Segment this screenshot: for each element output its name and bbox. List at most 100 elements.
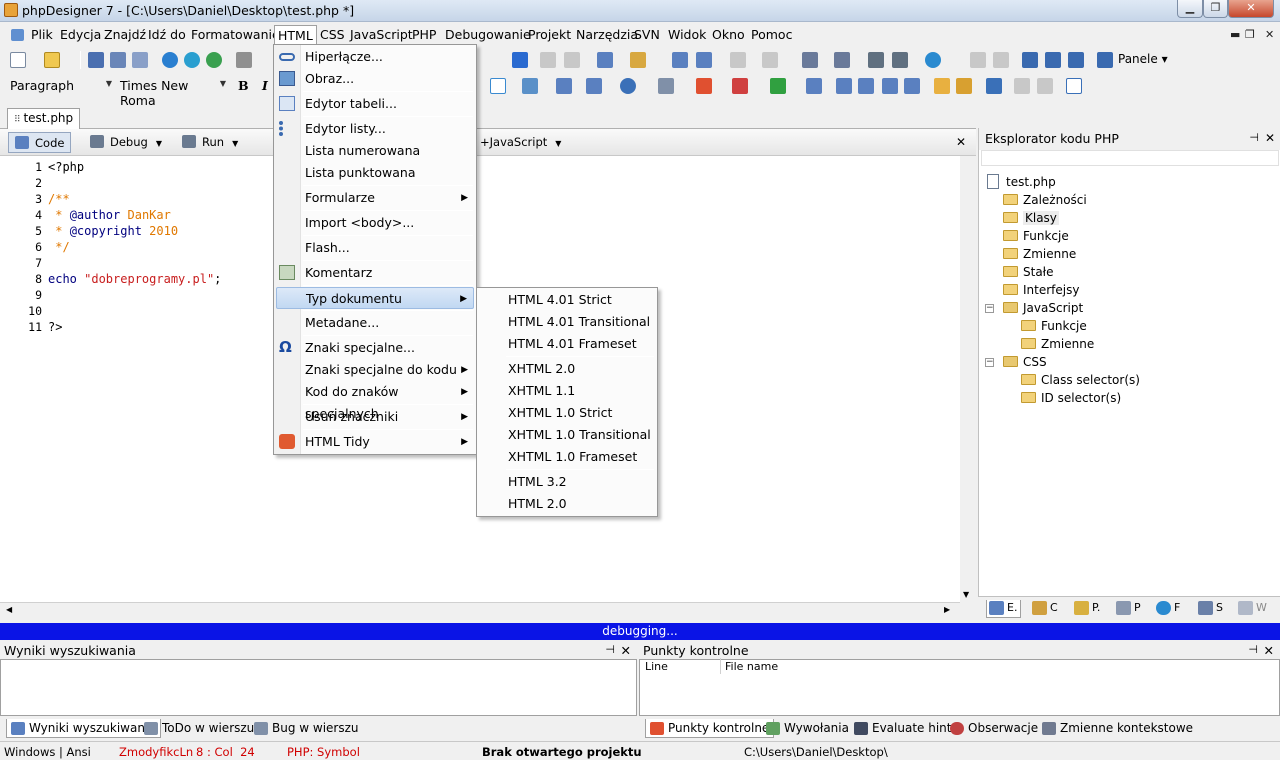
next-icon[interactable] — [762, 52, 778, 68]
indent-left-icon[interactable] — [858, 78, 874, 94]
doctype-html20[interactable]: HTML 2.0 — [479, 493, 655, 515]
doctype-xhtml11[interactable]: XHTML 1.1 — [479, 380, 655, 402]
menu-item-kod-do-znakow[interactable]: Kod do znaków specjalnych ▶ — [276, 381, 474, 421]
menu-item-hiperlacze[interactable]: Hiperłącze... — [276, 46, 474, 68]
doctype-html401-frameset[interactable]: HTML 4.01 Frameset — [479, 333, 655, 355]
menu-item-lista-punktowana[interactable]: Lista punktowana — [276, 162, 474, 184]
pin-icon[interactable]: ⊣ — [1249, 131, 1259, 144]
tree-item-id-selector[interactable]: ID selector(s) — [1021, 389, 1121, 407]
disabled-icon[interactable] — [1014, 78, 1030, 94]
back-icon[interactable] — [730, 52, 746, 68]
open-file-icon[interactable] — [44, 52, 60, 68]
checkbox-icon[interactable] — [1066, 78, 1082, 94]
tree-item-stale[interactable]: Stałe — [1003, 263, 1053, 281]
doctype-xhtml20[interactable]: XHTML 2.0 — [479, 358, 655, 380]
forward-icon[interactable] — [512, 52, 528, 68]
tab-s[interactable]: S — [1196, 600, 1226, 618]
tree-item-js-zmienne[interactable]: Zmienne — [1021, 335, 1094, 353]
close-panel-icon[interactable]: ✕ — [1265, 131, 1275, 145]
doctype-xhtml10-strict[interactable]: XHTML 1.0 Strict — [479, 402, 655, 424]
preview-icon[interactable] — [184, 52, 200, 68]
split-v-icon[interactable] — [1045, 52, 1061, 68]
tab-explorer[interactable]: E. — [986, 600, 1022, 618]
editor-hscroll[interactable]: ◀ ▶ — [0, 602, 960, 618]
menu-item-import-body[interactable]: Import <body>... — [276, 212, 474, 234]
tree-item-zmienne[interactable]: Zmienne — [1003, 245, 1076, 263]
menu-item-edytor-listy[interactable]: Edytor listy... — [276, 118, 474, 140]
menu-javascript[interactable]: JavaScript — [350, 27, 413, 42]
explorer-filter-input[interactable] — [981, 150, 1279, 166]
menu-item-komentarz[interactable]: Komentarz — [276, 262, 474, 284]
tab-obserwacje[interactable]: Obserwacje — [946, 719, 1042, 738]
menu-widok[interactable]: Widok — [668, 27, 706, 42]
col-line-header[interactable]: Line — [645, 660, 668, 673]
menu-item-flash[interactable]: Flash... — [276, 237, 474, 259]
close-editor-icon[interactable]: ✕ — [956, 135, 966, 149]
tree-item-js-funkcje[interactable]: Funkcje — [1021, 317, 1087, 335]
find-icon[interactable] — [597, 52, 613, 68]
tab-p[interactable]: P. — [1072, 600, 1103, 618]
outdent-icon[interactable] — [564, 52, 580, 68]
breakpoints-list[interactable]: Line File name — [639, 658, 1280, 716]
tab-zmienne[interactable]: Zmienne kontekstowe — [1038, 719, 1197, 738]
debug-button[interactable]: Debug ▼ — [84, 132, 168, 153]
search-results-list[interactable] — [0, 659, 637, 716]
close-panel-icon[interactable]: ✕ — [1264, 643, 1274, 658]
tree-item-class-selector[interactable]: Class selector(s) — [1021, 371, 1140, 389]
spell-icon[interactable] — [956, 78, 972, 94]
menu-item-obraz[interactable]: Obraz... — [276, 68, 474, 90]
menu-idz-do[interactable]: Idź do — [148, 27, 186, 42]
tool-icon[interactable] — [868, 52, 884, 68]
italic-button[interactable]: I — [258, 76, 272, 96]
tree-item-zaleznosci[interactable]: Zależności — [1003, 191, 1087, 209]
menu-debugowanie[interactable]: Debugowanie — [445, 27, 531, 42]
mdi-restore-icon[interactable]: ❐ — [1245, 28, 1255, 41]
doc-menu-icon[interactable] — [11, 29, 24, 41]
mdi-close-icon[interactable]: ✕ — [1265, 28, 1274, 41]
tab-p2[interactable]: P — [1114, 600, 1144, 618]
tree-item-funkcje[interactable]: Funkcje — [1003, 227, 1069, 245]
doctype-xhtml10-transitional[interactable]: XHTML 1.0 Transitional — [479, 424, 655, 446]
menu-item-metadane[interactable]: Metadane... — [276, 312, 474, 334]
save-all-icon[interactable] — [110, 52, 126, 68]
menu-item-html-tidy[interactable]: HTML Tidy ▶ — [276, 431, 474, 453]
close-panel-icon[interactable]: ✕ — [621, 643, 631, 658]
panels-icon[interactable] — [1097, 52, 1113, 68]
menu-item-usun-znaczniki[interactable]: Usuń znaczniki ▶ — [276, 406, 474, 428]
minimize-button[interactable]: ▁ — [1177, 0, 1203, 18]
layout2-icon[interactable] — [993, 52, 1009, 68]
hand-icon[interactable] — [934, 78, 950, 94]
menu-item-formularze[interactable]: Formularze ▶ — [276, 187, 474, 209]
editor-vscroll[interactable]: ▼ — [960, 156, 976, 602]
tab-bug[interactable]: Bug w wierszu — [250, 719, 363, 738]
layout1-icon[interactable] — [970, 52, 986, 68]
run-button[interactable]: Run ▼ — [176, 132, 244, 153]
menu-css[interactable]: CSS — [320, 27, 345, 42]
scroll-down-icon[interactable]: ▼ — [963, 590, 969, 599]
menu-html[interactable]: HTML — [274, 25, 317, 46]
close-button[interactable]: ✕ — [1228, 0, 1274, 18]
save-as-icon[interactable] — [132, 52, 148, 68]
cascade-icon[interactable] — [1068, 52, 1084, 68]
tree-item-css[interactable]: CSS — [1003, 353, 1047, 371]
tab-test-php[interactable]: ⠿ test.php — [7, 108, 81, 129]
font-select[interactable]: Times New Roma ▼ — [116, 76, 228, 108]
comment-icon[interactable] — [882, 78, 898, 94]
tab-todo[interactable]: ToDo w wierszu — [140, 719, 258, 738]
tab-f[interactable]: F — [1154, 600, 1183, 618]
menu-projekt[interactable]: Projekt — [528, 27, 571, 42]
menu-narzedzia[interactable]: Narzędzia — [576, 27, 638, 42]
menu-plik[interactable]: Plik — [31, 27, 53, 42]
menu-item-znaki-specjalne[interactable]: Ω Znaki specjalne... — [276, 337, 474, 359]
window-icon[interactable] — [986, 78, 1002, 94]
disabled2-icon[interactable] — [1037, 78, 1053, 94]
web-icon[interactable] — [206, 52, 222, 68]
step-icon[interactable] — [806, 78, 822, 94]
tool2-icon[interactable] — [892, 52, 908, 68]
doctype-html401-transitional[interactable]: HTML 4.01 Transitional — [479, 311, 655, 333]
bookmark-icon[interactable] — [802, 52, 818, 68]
filter-icon[interactable] — [672, 52, 688, 68]
uncomment-icon[interactable] — [904, 78, 920, 94]
menu-formatowanie[interactable]: Formatowanie — [191, 27, 280, 42]
split-h-icon[interactable] — [1022, 52, 1038, 68]
